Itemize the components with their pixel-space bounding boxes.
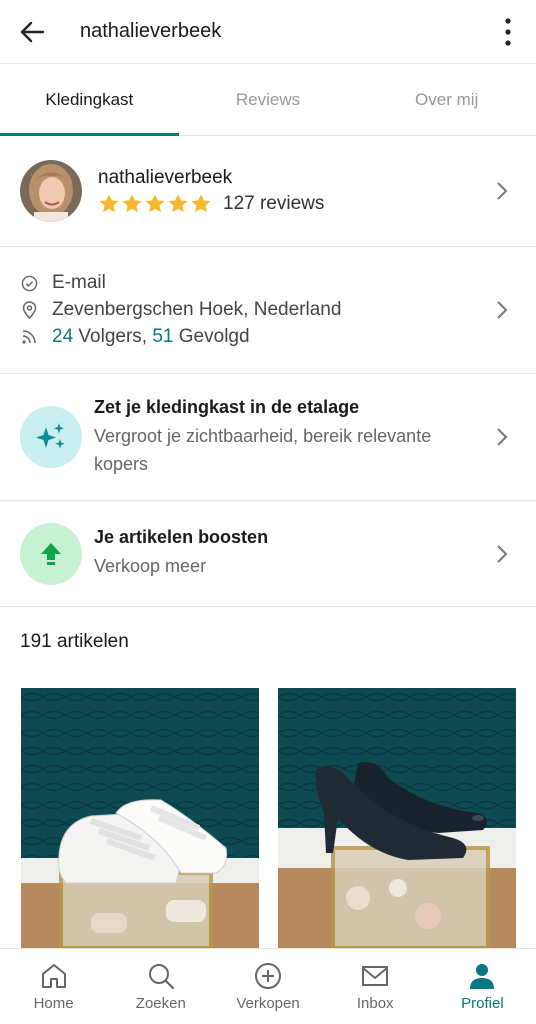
tab-kledingkast[interactable]: Kledingkast: [0, 64, 179, 136]
following-label: Gevolgd: [173, 326, 250, 347]
profile-tabs: Kledingkast Reviews Over mij: [0, 64, 536, 136]
arrow-left-icon: [20, 21, 45, 42]
chevron-right-icon: [497, 182, 508, 200]
chevron-right-icon: [497, 428, 508, 446]
boost-subtitle: Verkoop meer: [94, 556, 207, 576]
showcase-title: Zet je kledingkast in de etalage: [94, 396, 360, 417]
back-button[interactable]: [16, 16, 48, 48]
nav-home-label: Home: [33, 995, 74, 1012]
star-icon: [99, 194, 119, 213]
person-icon: [470, 964, 495, 989]
nav-profile[interactable]: Profiel: [429, 949, 536, 1024]
chevron-right-icon: [497, 301, 508, 319]
followers-label: Volgers,: [73, 326, 153, 347]
search-icon: [148, 964, 174, 990]
nav-inbox-label: Inbox: [356, 995, 394, 1012]
item-photo: [21, 688, 259, 948]
rating-stars: [98, 193, 213, 215]
followers-line: 24 Volgers, 51 Gevolgd: [20, 324, 250, 351]
profile-info-row[interactable]: E-mail Zevenbergschen Hoek, Nederland 24…: [0, 247, 536, 374]
boost-promo-row[interactable]: Je artikelen boosten Verkoop meer: [0, 501, 536, 607]
tab-over-mij[interactable]: Over mij: [357, 64, 536, 135]
star-icon: [145, 194, 165, 213]
item-photo: [278, 688, 516, 948]
location-line: Zevenbergschen Hoek, Nederland: [20, 297, 341, 324]
showcase-subtitle: Vergroot je zichtbaarheid, bereik releva…: [94, 425, 432, 474]
nav-home[interactable]: Home: [0, 949, 107, 1024]
showcase-text: Zet je kledingkast in de etalage Vergroo…: [94, 397, 516, 478]
nav-profile-label: Profiel: [461, 995, 504, 1012]
tab-reviews[interactable]: Reviews: [179, 64, 358, 135]
profile-text: nathalieverbeek 127 reviews: [98, 167, 324, 215]
plus-circle-icon: [255, 963, 281, 989]
showcase-promo-row[interactable]: Zet je kledingkast in de etalage Vergroo…: [0, 374, 536, 501]
location-pin-icon: [20, 301, 38, 319]
page-title: nathalieverbeek: [80, 20, 222, 42]
star-icon: [122, 194, 142, 213]
item-card-pumps[interactable]: [278, 688, 516, 948]
rss-icon: [20, 328, 38, 346]
star-icon: [168, 194, 188, 213]
items-grid: [21, 688, 516, 948]
item-card-sneakers[interactable]: [21, 688, 259, 948]
check-circle-icon: [20, 274, 38, 292]
nav-sell-label: Verkopen: [236, 995, 300, 1012]
profile-name: nathalieverbeek: [98, 167, 233, 188]
items-count: 191 artikelen: [20, 631, 129, 652]
home-icon: [41, 964, 66, 988]
nav-sell[interactable]: Verkopen: [214, 949, 321, 1024]
sparkle-icon: [20, 406, 82, 468]
avatar: [20, 160, 82, 222]
star-icon: [191, 194, 211, 213]
followers-count[interactable]: 24: [52, 326, 73, 348]
nav-search[interactable]: Zoeken: [107, 949, 214, 1024]
nav-inbox[interactable]: Inbox: [322, 949, 429, 1024]
more-options-button[interactable]: [496, 16, 520, 48]
boost-title: Je artikelen boosten: [94, 527, 269, 547]
boost-arrow-icon: [20, 522, 82, 585]
nav-search-label: Zoeken: [135, 995, 186, 1012]
following-count[interactable]: 51: [152, 326, 173, 348]
boost-text: Je artikelen boosten Verkoop meer: [94, 527, 268, 580]
email-verified-line: E-mail: [20, 270, 106, 297]
top-app-bar: nathalieverbeek: [0, 0, 536, 64]
chevron-right-icon: [497, 544, 508, 563]
reviews-count: 127 reviews: [223, 193, 325, 214]
mail-icon: [362, 966, 389, 986]
rating-line: 127 reviews: [98, 193, 324, 215]
more-vertical-icon: [505, 17, 511, 46]
email-label: E-mail: [52, 272, 106, 293]
profile-summary-row[interactable]: nathalieverbeek 127 reviews: [0, 136, 536, 247]
bottom-navigation: Home Zoeken Verkopen Inbox Profiel: [0, 948, 536, 1024]
location-text: Zevenbergschen Hoek, Nederland: [52, 299, 342, 320]
